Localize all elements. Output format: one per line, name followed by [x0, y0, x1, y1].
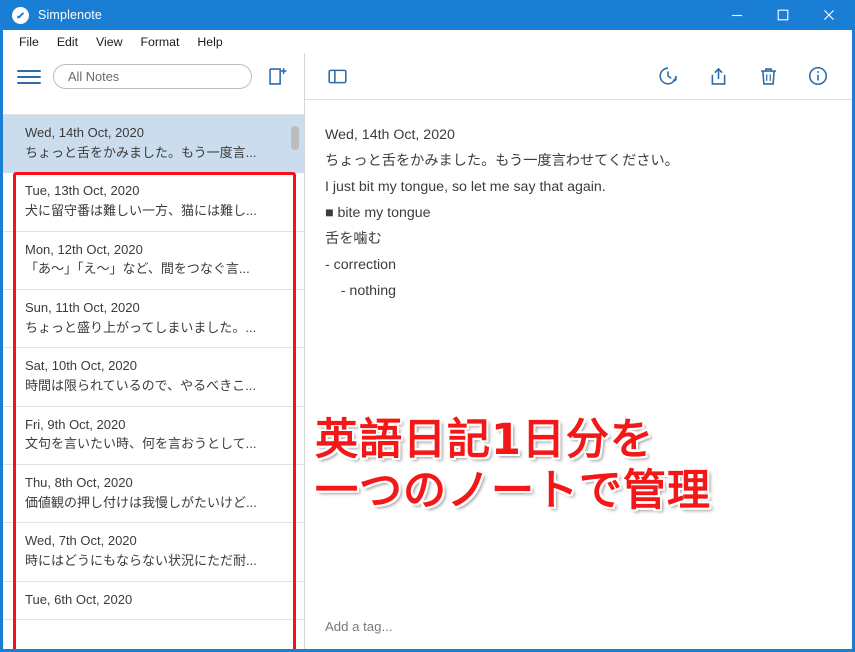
- editor-toolbar: [305, 53, 852, 100]
- new-note-icon[interactable]: [264, 65, 290, 89]
- scrollbar-thumb[interactable]: [291, 126, 299, 150]
- note-line: - correction: [325, 257, 396, 273]
- note-title: Wed, 14th Oct, 2020: [25, 124, 144, 140]
- close-button[interactable]: [806, 0, 852, 30]
- list-item[interactable]: ちょっと舌をかみました。もう一度言...: [3, 100, 304, 115]
- note-content[interactable]: Wed, 14th Oct, 2020 ちょっと舌をかみました。もう一度言わせて…: [305, 100, 852, 603]
- note-title: Fri, 9th Oct, 2020: [25, 416, 126, 432]
- note-title: ちょっと舌をかみました。もう一度言...: [25, 100, 288, 104]
- tag-area: [305, 603, 852, 649]
- add-tag-input[interactable]: [325, 618, 832, 634]
- list-item[interactable]: Sun, 11th Oct, 2020 ちょっと盛り上がってしまいました。...: [3, 289, 304, 349]
- editor-toolbar-right: [656, 64, 830, 88]
- list-item[interactable]: Sat, 10th Oct, 2020 時間は限られているので、やるべきこ...: [3, 348, 304, 407]
- annotation-overlay-line2: 一つのノートで管理: [315, 466, 711, 516]
- menu-item-edit[interactable]: Edit: [49, 33, 86, 51]
- list-item[interactable]: Wed, 7th Oct, 2020 時にはどうにもならない状況にただ耐...: [3, 523, 304, 582]
- note-editor-pane: Wed, 14th Oct, 2020 ちょっと舌をかみました。もう一度言わせて…: [305, 53, 852, 649]
- note-list-pane: ちょっと舌をかみました。もう一度言... Wed, 14th Oct, 2020…: [3, 53, 305, 649]
- note-preview: 価値観の押し付けは我慢しがたいけど...: [25, 494, 257, 510]
- note-list-scrollbar[interactable]: [290, 100, 301, 649]
- note-preview: 「あ〜」「え〜」など、間をつなぐ言...: [25, 261, 250, 277]
- trash-icon[interactable]: [756, 64, 780, 88]
- note-title: Mon, 12th Oct, 2020: [25, 241, 143, 257]
- menu-item-file[interactable]: File: [11, 33, 47, 51]
- note-preview: 犬に留守番は難しい一方、猫には難し...: [25, 203, 257, 219]
- window-controls: [714, 0, 852, 30]
- title-bar-left: Simplenote: [3, 6, 103, 24]
- menu-item-help[interactable]: Help: [189, 33, 230, 51]
- note-preview: 文句を言いたい時、何を言おうとして...: [25, 436, 257, 452]
- note-line: 舌を噛む: [325, 231, 382, 247]
- title-bar: Simplenote: [3, 0, 852, 30]
- note-title: Wed, 7th Oct, 2020: [25, 533, 137, 549]
- search-field-wrapper[interactable]: [53, 64, 252, 89]
- note-line: - nothing: [325, 283, 396, 299]
- main-body: ちょっと舌をかみました。もう一度言... Wed, 14th Oct, 2020…: [3, 53, 852, 649]
- editor-toolbar-left: [325, 64, 349, 88]
- simplenote-logo-icon: [12, 6, 29, 24]
- note-list-scroll-region[interactable]: ちょっと舌をかみました。もう一度言... Wed, 14th Oct, 2020…: [3, 100, 304, 649]
- info-circle-icon[interactable]: [806, 64, 830, 88]
- note-title: Tue, 13th Oct, 2020: [25, 183, 140, 199]
- list-item[interactable]: Mon, 12th Oct, 2020 「あ〜」「え〜」など、間をつなぐ言...: [3, 231, 304, 290]
- annotation-overlay-text: 英語日記1日分を 一つのノートで管理: [315, 415, 711, 517]
- hamburger-icon[interactable]: [17, 68, 41, 86]
- annotation-overlay-line1: 英語日記1日分を: [315, 415, 654, 465]
- note-preview: 時間は限られているので、やるべきこ...: [25, 378, 256, 394]
- maximize-button[interactable]: [760, 0, 806, 30]
- note-line: I just bit my tongue, so let me say that…: [325, 179, 606, 195]
- list-item[interactable]: Tue, 6th Oct, 2020: [3, 581, 304, 621]
- list-item[interactable]: Thu, 8th Oct, 2020 価値観の押し付けは我慢しがたいけど...: [3, 464, 304, 524]
- note-line: ちょっと舌をかみました。もう一度言わせてください。: [325, 153, 679, 169]
- note-title: Sun, 11th Oct, 2020: [25, 299, 140, 315]
- note-line: ■ bite my tongue: [325, 205, 431, 221]
- note-list: ちょっと舌をかみました。もう一度言... Wed, 14th Oct, 2020…: [3, 100, 304, 621]
- note-line: Wed, 14th Oct, 2020: [325, 127, 455, 143]
- list-item[interactable]: Tue, 13th Oct, 2020 犬に留守番は難しい一方、猫には難し...: [3, 173, 304, 232]
- note-preview: ちょっと舌をかみました。もう一度言...: [25, 144, 257, 160]
- menu-item-format[interactable]: Format: [132, 33, 187, 51]
- note-preview: ちょっと盛り上がってしまいました。...: [25, 319, 257, 335]
- note-preview: 時にはどうにもならない状況にただ耐...: [25, 553, 257, 569]
- note-title: Thu, 8th Oct, 2020: [25, 474, 133, 490]
- search-bar: [3, 53, 304, 100]
- note-title: Tue, 6th Oct, 2020: [25, 591, 133, 607]
- search-input[interactable]: [68, 69, 237, 84]
- share-upload-icon[interactable]: [706, 64, 730, 88]
- app-window: Simplenote File Edit View Format Help Al…: [0, 0, 855, 652]
- history-clock-icon[interactable]: [656, 64, 680, 88]
- panel-toggle-icon[interactable]: [325, 64, 349, 88]
- note-title: Sat, 10th Oct, 2020: [25, 358, 138, 374]
- app-title: Simplenote: [38, 8, 103, 22]
- minimize-button[interactable]: [714, 0, 760, 30]
- menu-bar: File Edit View Format Help: [3, 30, 852, 53]
- menu-item-view[interactable]: View: [88, 33, 130, 51]
- list-item[interactable]: Fri, 9th Oct, 2020 文句を言いたい時、何を言おうとして...: [3, 406, 304, 465]
- list-item-selected[interactable]: Wed, 14th Oct, 2020 ちょっと舌をかみました。もう一度言...: [3, 114, 304, 174]
